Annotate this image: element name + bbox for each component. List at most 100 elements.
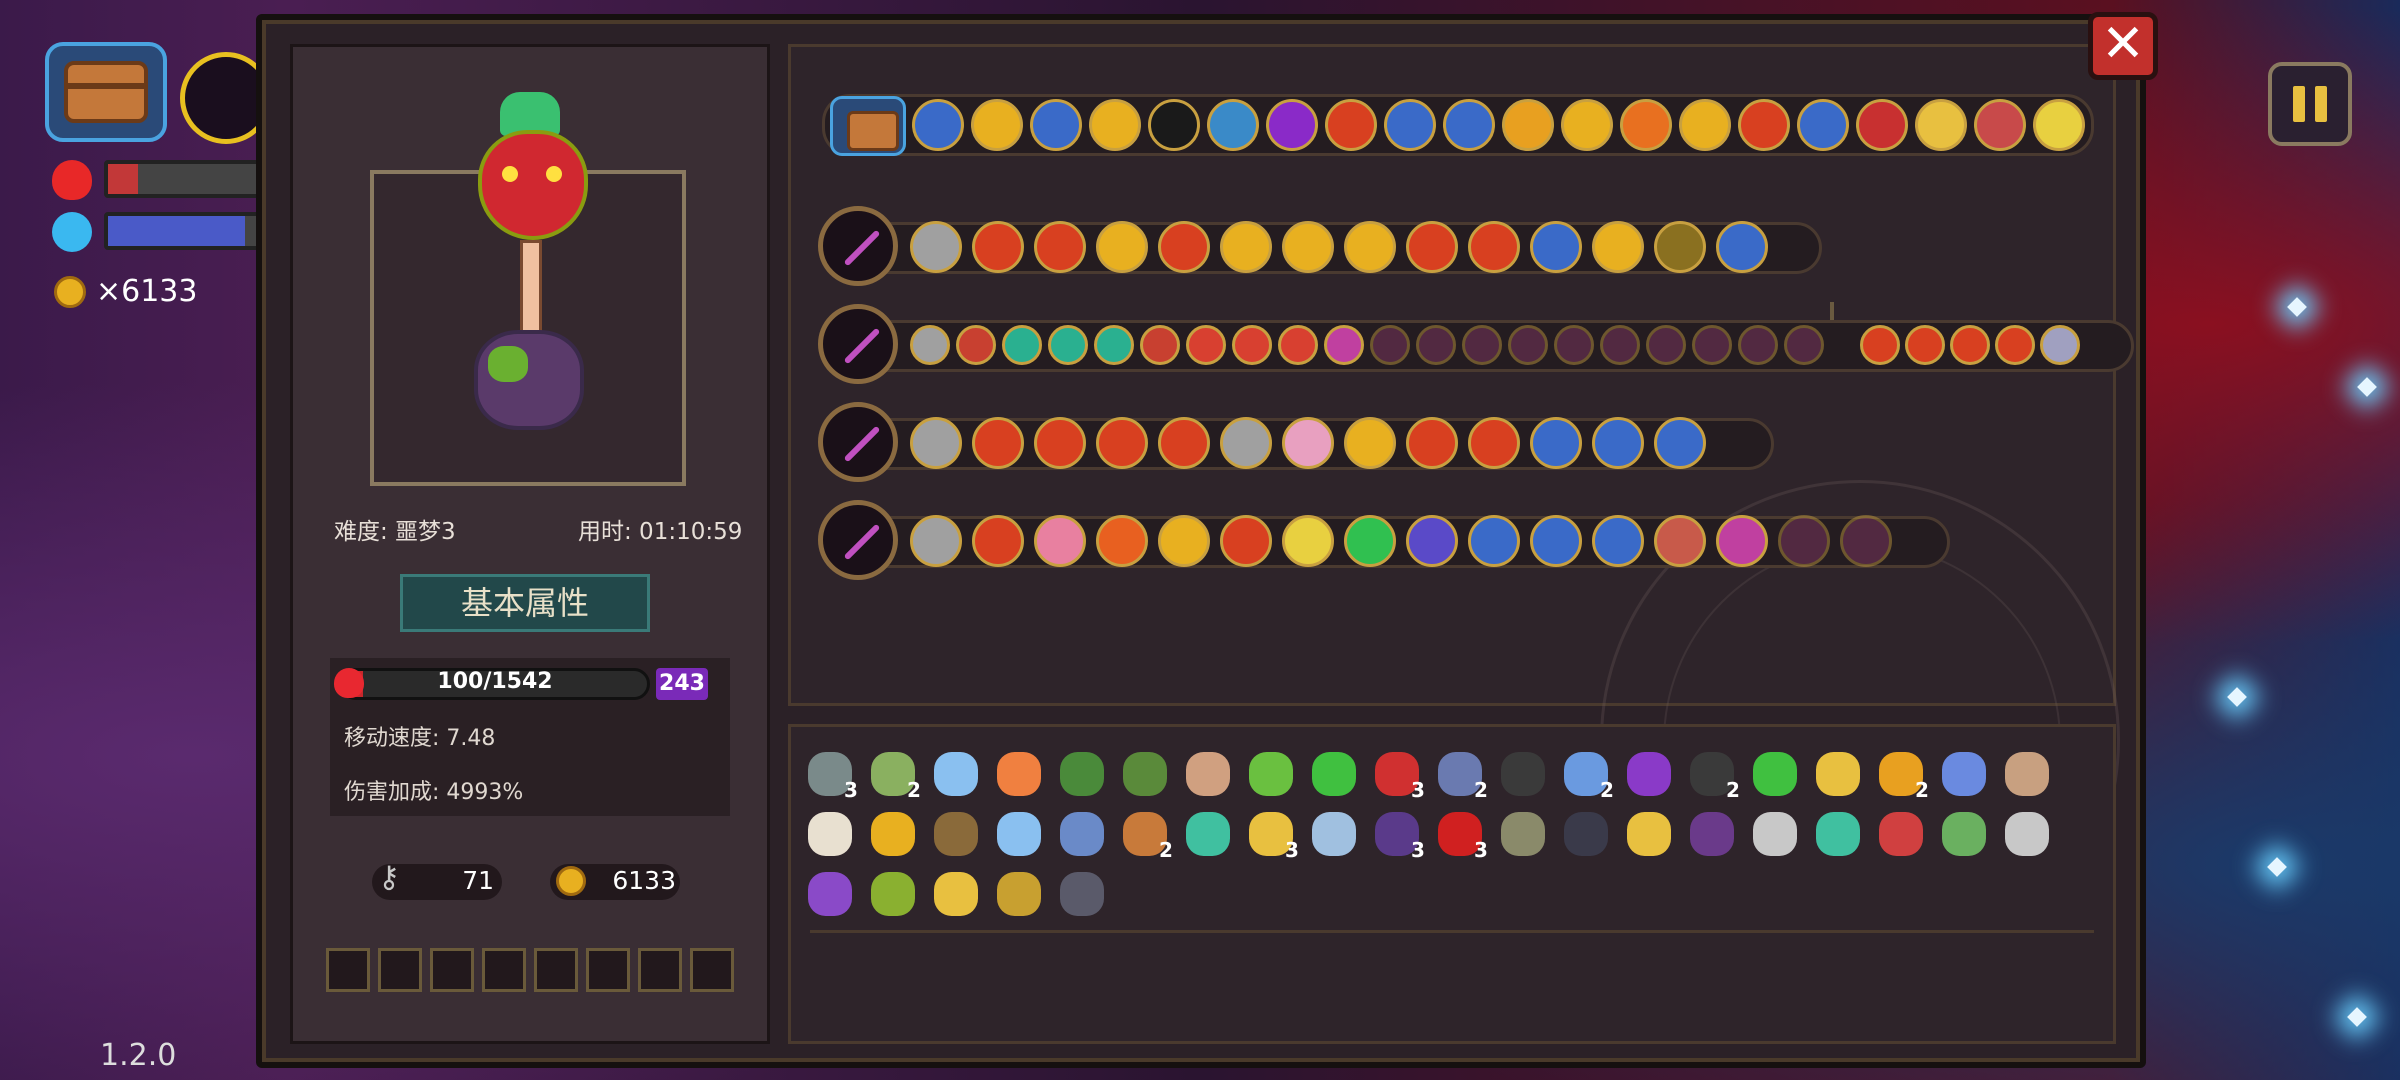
weapon-icon[interactable] [818, 304, 898, 384]
item-icon[interactable] [1627, 752, 1671, 796]
item-icon[interactable] [1942, 812, 1986, 856]
weapon-icon[interactable] [818, 402, 898, 482]
skill-upgrade-icon[interactable] [1654, 515, 1706, 567]
skill-upgrade-icon[interactable] [1784, 325, 1824, 365]
skill-upgrade-icon[interactable] [1468, 515, 1520, 567]
skill-upgrade-icon[interactable] [1344, 221, 1396, 273]
item-icon[interactable] [808, 872, 852, 916]
item-icon[interactable] [2005, 752, 2049, 796]
skill-upgrade-icon[interactable] [1096, 417, 1148, 469]
skill-upgrade-icon[interactable] [1344, 417, 1396, 469]
item-icon[interactable] [1753, 752, 1797, 796]
item-icon[interactable] [1816, 752, 1860, 796]
item-icon[interactable] [1060, 872, 1104, 916]
passive-skill-icon[interactable] [1030, 99, 1082, 151]
skill-upgrade-icon[interactable] [1592, 417, 1644, 469]
skill-upgrade-icon[interactable] [1530, 515, 1582, 567]
passive-skill-icon[interactable] [1443, 99, 1495, 151]
item-icon[interactable] [1627, 812, 1671, 856]
item-icon[interactable] [1501, 812, 1545, 856]
attributes-tab[interactable]: 基本属性 [400, 574, 650, 632]
item-icon[interactable] [1312, 752, 1356, 796]
item-icon[interactable] [1564, 812, 1608, 856]
passive-skill-icon[interactable] [1148, 99, 1200, 151]
skill-upgrade-icon[interactable] [2040, 325, 2080, 365]
skill-upgrade-icon[interactable] [956, 325, 996, 365]
skill-upgrade-icon[interactable] [1468, 417, 1520, 469]
passive-skill-icon[interactable] [1089, 99, 1141, 151]
skill-upgrade-icon[interactable] [1406, 515, 1458, 567]
item-icon[interactable] [1123, 752, 1167, 796]
passive-skill-icon[interactable] [1797, 99, 1849, 151]
skill-upgrade-icon[interactable] [1462, 325, 1502, 365]
passive-skill-icon[interactable] [1266, 99, 1318, 151]
item-icon[interactable] [871, 812, 915, 856]
skill-upgrade-icon[interactable] [910, 515, 962, 567]
passive-skill-icon[interactable] [1384, 99, 1436, 151]
skill-upgrade-icon[interactable] [1034, 221, 1086, 273]
skill-upgrade-icon[interactable] [1995, 325, 2035, 365]
skill-upgrade-icon[interactable] [1282, 221, 1334, 273]
item-icon[interactable] [1942, 752, 1986, 796]
item-icon[interactable] [1060, 752, 1104, 796]
skill-upgrade-icon[interactable] [1530, 221, 1582, 273]
skill-upgrade-icon[interactable] [1508, 325, 1548, 365]
skill-upgrade-icon[interactable] [1220, 515, 1272, 567]
passive-skill-icon[interactable] [912, 99, 964, 151]
empty-slot[interactable] [638, 948, 682, 992]
skill-upgrade-icon[interactable] [1554, 325, 1594, 365]
passive-skill-icon[interactable] [1561, 99, 1613, 151]
skill-upgrade-icon[interactable] [1840, 515, 1892, 567]
item-icon[interactable] [934, 812, 978, 856]
skill-upgrade-icon[interactable] [1468, 221, 1520, 273]
empty-slot[interactable] [586, 948, 630, 992]
skill-upgrade-icon[interactable] [1646, 325, 1686, 365]
skill-upgrade-icon[interactable] [1232, 325, 1272, 365]
passive-skill-icon[interactable] [1325, 99, 1377, 151]
weapon-icon[interactable] [818, 500, 898, 580]
item-icon[interactable] [1690, 812, 1734, 856]
skill-upgrade-icon[interactable] [1778, 515, 1830, 567]
skill-upgrade-icon[interactable] [1654, 417, 1706, 469]
skill-upgrade-icon[interactable] [1600, 325, 1640, 365]
skill-upgrade-icon[interactable] [910, 221, 962, 273]
skill-upgrade-icon[interactable] [1158, 221, 1210, 273]
skill-upgrade-icon[interactable] [1905, 325, 1945, 365]
passive-skill-icon[interactable] [1915, 99, 1967, 151]
item-icon[interactable] [934, 872, 978, 916]
weapon-icon[interactable] [818, 206, 898, 286]
skill-upgrade-icon[interactable] [1140, 325, 1180, 365]
pause-button[interactable] [2268, 62, 2352, 146]
skill-upgrade-icon[interactable] [1406, 221, 1458, 273]
skill-upgrade-icon[interactable] [1654, 221, 1706, 273]
item-icon[interactable] [1186, 752, 1230, 796]
skill-upgrade-icon[interactable] [1370, 325, 1410, 365]
empty-slot[interactable] [482, 948, 526, 992]
empty-slot[interactable] [430, 948, 474, 992]
passive-skill-icon[interactable] [1620, 99, 1672, 151]
skill-upgrade-icon[interactable] [1048, 325, 1088, 365]
item-icon[interactable] [2005, 812, 2049, 856]
skill-upgrade-icon[interactable] [1282, 417, 1334, 469]
skill-upgrade-icon[interactable] [1220, 221, 1272, 273]
item-icon[interactable] [1501, 752, 1545, 796]
item-icon[interactable] [1249, 752, 1293, 796]
item-icon[interactable] [997, 752, 1041, 796]
passive-skill-icon[interactable] [1738, 99, 1790, 151]
skill-upgrade-icon[interactable] [1716, 221, 1768, 273]
item-icon[interactable] [1186, 812, 1230, 856]
passive-skill-icon[interactable] [971, 99, 1023, 151]
empty-slot[interactable] [326, 948, 370, 992]
skill-upgrade-icon[interactable] [1096, 221, 1148, 273]
skill-upgrade-icon[interactable] [972, 417, 1024, 469]
skill-upgrade-icon[interactable] [910, 325, 950, 365]
item-icon[interactable] [1816, 812, 1860, 856]
empty-slot[interactable] [378, 948, 422, 992]
item-icon[interactable] [1312, 812, 1356, 856]
skill-upgrade-icon[interactable] [1592, 221, 1644, 273]
passive-skill-icon[interactable] [1856, 99, 1908, 151]
skill-upgrade-icon[interactable] [1220, 417, 1272, 469]
item-icon[interactable] [808, 812, 852, 856]
item-icon[interactable] [1753, 812, 1797, 856]
skill-upgrade-icon[interactable] [1416, 325, 1456, 365]
